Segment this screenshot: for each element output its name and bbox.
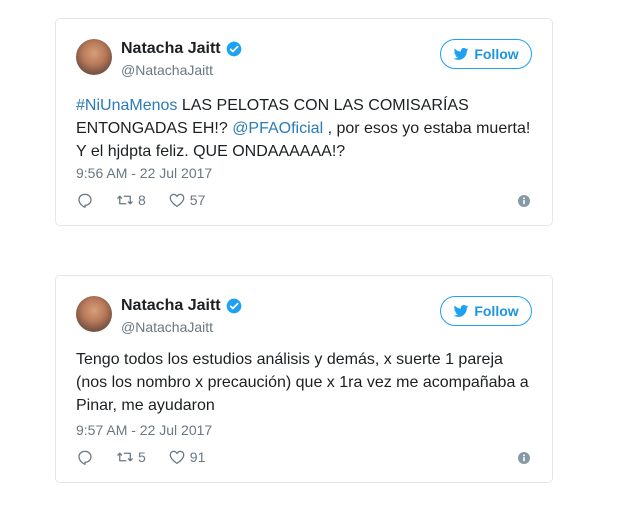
mention-link[interactable]: @PFAOficial: [232, 120, 323, 137]
retweet-icon: [117, 452, 133, 462]
like-count: 91: [189, 449, 206, 465]
tweet-header: Natacha Jaitt @NatachaJaitt: [76, 39, 242, 79]
verified-icon: [226, 298, 241, 314]
author-name[interactable]: Natacha Jaitt: [121, 41, 221, 57]
timestamp[interactable]: 9:57 AM - 22 Jul 2017: [76, 422, 212, 438]
follow-label: Follow: [474, 303, 519, 319]
heart-icon: [169, 193, 185, 208]
tweet-card: Natacha Jaitt @NatachaJaitt Follow Tengo…: [55, 275, 553, 483]
tweet-text: #NiUnaMenos LAS PELOTAS CON LAS COMISARÍ…: [76, 94, 538, 163]
author-name[interactable]: Natacha Jaitt: [121, 298, 221, 314]
timestamp[interactable]: 9:56 AM - 22 Jul 2017: [76, 165, 212, 181]
retweet-count: 8: [138, 192, 146, 208]
tweet-header: Natacha Jaitt @NatachaJaitt: [76, 296, 242, 336]
retweet-count: 5: [138, 449, 146, 465]
info-icon[interactable]: [518, 452, 530, 464]
like-button[interactable]: 91: [168, 448, 206, 466]
tweet-actions: 5 91: [76, 448, 227, 466]
verified-icon: [226, 41, 241, 57]
tweet-card: Natacha Jaitt @NatachaJaitt Follow #NiUn…: [55, 18, 553, 226]
author-handle[interactable]: @NatachaJaitt: [121, 320, 242, 334]
follow-button[interactable]: Follow: [440, 296, 532, 326]
retweet-button[interactable]: 8: [116, 191, 146, 209]
twitter-bird-icon: [453, 305, 469, 317]
author-handle[interactable]: @NatachaJaitt: [121, 63, 242, 77]
reply-icon: [78, 193, 92, 208]
reply-icon: [78, 450, 92, 465]
avatar[interactable]: [76, 39, 112, 75]
avatar[interactable]: [76, 296, 112, 332]
retweet-button[interactable]: 5: [116, 448, 146, 466]
retweet-icon: [117, 195, 133, 205]
follow-label: Follow: [474, 46, 519, 62]
hashtag-link[interactable]: #NiUnaMenos: [76, 97, 177, 114]
author-info: Natacha Jaitt @NatachaJaitt: [121, 296, 242, 334]
heart-icon: [169, 450, 185, 465]
reply-button[interactable]: [76, 191, 94, 209]
like-button[interactable]: 57: [168, 191, 206, 209]
twitter-bird-icon: [453, 48, 469, 60]
info-icon[interactable]: [518, 195, 530, 207]
like-count: 57: [189, 192, 206, 208]
author-info: Natacha Jaitt @NatachaJaitt: [121, 39, 242, 77]
follow-button[interactable]: Follow: [440, 39, 532, 69]
tweet-text: Tengo todos los estudios análisis y demá…: [76, 351, 529, 414]
tweet-actions: 8 57: [76, 191, 227, 209]
reply-button[interactable]: [76, 448, 94, 466]
